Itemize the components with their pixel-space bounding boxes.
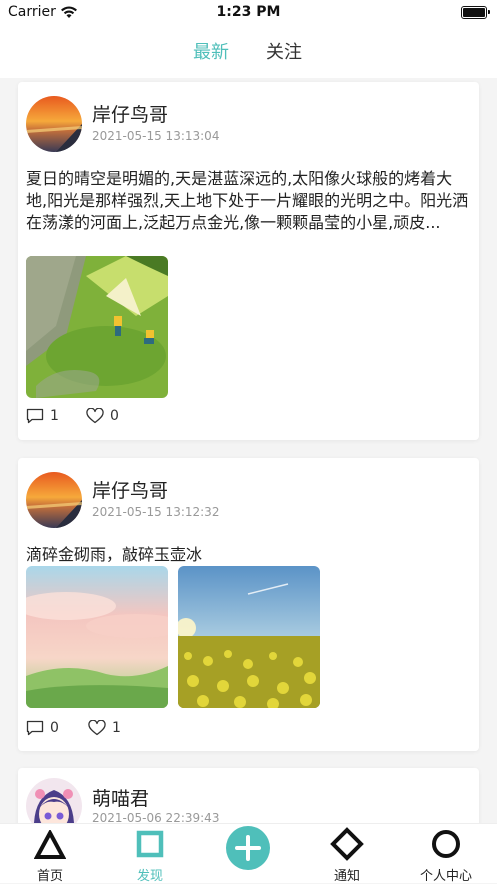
post-text: 夏日的晴空是明媚的,天是湛蓝深远的,太阳像火球般的烤着大地,阳光是那样强烈,天上… bbox=[26, 169, 469, 232]
post-photo[interactable] bbox=[178, 566, 320, 708]
author-name[interactable]: 岸仔鸟哥 bbox=[92, 476, 168, 503]
comment-icon bbox=[26, 408, 44, 424]
bottom-tab-bar: 首页 发现 通知 个人中心 bbox=[0, 823, 497, 884]
post-card[interactable]: 萌喵君 2021-05-06 22:39:43 bbox=[18, 768, 479, 823]
author-avatar[interactable] bbox=[26, 778, 82, 823]
tab-discover-label: 发现 bbox=[136, 869, 163, 884]
heart-icon bbox=[88, 720, 106, 736]
comment-button[interactable]: 0 bbox=[26, 720, 59, 736]
post-date: 2021-05-15 13:13:04 bbox=[92, 129, 220, 143]
battery-icon bbox=[461, 6, 490, 19]
comment-icon bbox=[26, 720, 44, 736]
author-name[interactable]: 萌喵君 bbox=[92, 784, 149, 811]
comment-button[interactable]: 1 bbox=[26, 408, 59, 424]
tab-latest[interactable]: 最新 bbox=[193, 38, 229, 64]
heart-icon bbox=[86, 408, 104, 424]
tab-notify-label: 通知 bbox=[333, 869, 360, 884]
post-text: 滴碎金砌雨，敲碎玉壶冰 bbox=[26, 545, 203, 564]
square-icon bbox=[136, 830, 164, 858]
post-date: 2021-05-15 13:12:32 bbox=[92, 505, 220, 519]
post-feed[interactable]: 岸仔鸟哥 2021-05-15 13:13:04 夏日的晴空是明媚的,天是湛蓝深… bbox=[0, 78, 497, 823]
create-post-button[interactable] bbox=[226, 826, 270, 870]
circle-icon bbox=[432, 830, 460, 858]
post-photo[interactable] bbox=[26, 256, 168, 398]
like-count: 1 bbox=[112, 720, 121, 736]
post-date: 2021-05-06 22:39:43 bbox=[92, 811, 220, 823]
tab-follow[interactable]: 关注 bbox=[266, 38, 302, 64]
status-bar: Carrier 1:23 PM bbox=[0, 0, 497, 26]
author-avatar[interactable] bbox=[26, 96, 82, 152]
author-name[interactable]: 岸仔鸟哥 bbox=[92, 100, 168, 127]
comment-count: 1 bbox=[50, 408, 59, 424]
top-tabs: 最新 关注 bbox=[0, 26, 497, 78]
clock: 1:23 PM bbox=[216, 4, 281, 20]
tab-home-label: 首页 bbox=[36, 869, 63, 884]
author-avatar[interactable] bbox=[26, 472, 82, 528]
post-photo[interactable] bbox=[26, 566, 168, 708]
triangle-icon bbox=[34, 830, 66, 859]
comment-count: 0 bbox=[50, 720, 59, 736]
plus-icon bbox=[235, 835, 261, 861]
like-count: 0 bbox=[110, 408, 119, 424]
diamond-icon bbox=[330, 827, 364, 861]
post-card[interactable]: 岸仔鸟哥 2021-05-15 13:13:04 夏日的晴空是明媚的,天是湛蓝深… bbox=[18, 82, 479, 440]
tab-profile-label: 个人中心 bbox=[419, 869, 472, 884]
like-button[interactable]: 0 bbox=[86, 408, 119, 424]
like-button[interactable]: 1 bbox=[88, 720, 121, 736]
post-card[interactable]: 岸仔鸟哥 2021-05-15 13:12:32 滴碎金砌雨，敲碎玉壶冰 0 1 bbox=[18, 458, 479, 751]
